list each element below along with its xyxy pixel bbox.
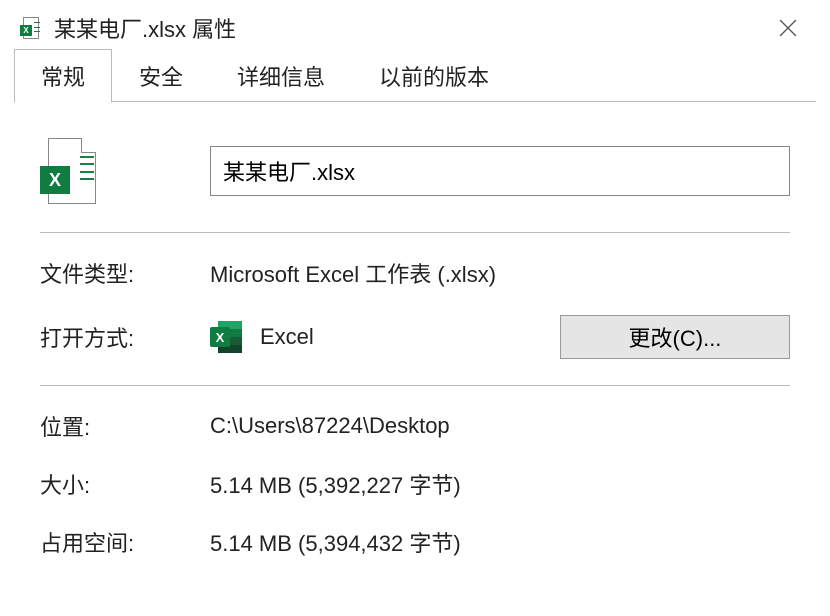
xlsx-file-icon: X [40,138,104,204]
tab-details[interactable]: 详细信息 [210,49,352,102]
divider [40,385,790,386]
open-with-value: Excel [260,324,314,350]
size-value: 5.14 MB (5,392,227 字节) [210,468,790,500]
excel-app-icon: X [210,321,242,353]
close-icon [779,19,797,37]
size-on-disk-value: 5.14 MB (5,394,432 字节) [210,526,790,558]
tab-content: X 文件类型: Microsoft Excel 工作表 (.xlsx) 打开方式… [0,102,830,558]
window-title: 某某电厂.xlsx 属性 [54,12,766,44]
tab-security[interactable]: 安全 [112,49,210,102]
open-with-label: 打开方式: [40,321,210,353]
tab-previous-versions[interactable]: 以前的版本 [352,49,516,102]
file-type-value: Microsoft Excel 工作表 (.xlsx) [210,257,790,289]
titlebar: X 某某电厂.xlsx 属性 [0,0,830,56]
location-label: 位置: [40,410,210,442]
close-button[interactable] [766,6,810,50]
change-button[interactable]: 更改(C)... [560,315,790,359]
size-on-disk-label: 占用空间: [40,526,210,558]
tabs-bar: 常规 安全 详细信息 以前的版本 [0,56,830,102]
xlsx-file-icon: X [20,17,42,39]
location-value: C:\Users\87224\Desktop [210,413,790,439]
file-type-label: 文件类型: [40,257,210,289]
size-label: 大小: [40,468,210,500]
divider [40,232,790,233]
tab-general[interactable]: 常规 [14,49,112,103]
filename-input[interactable] [210,146,790,196]
